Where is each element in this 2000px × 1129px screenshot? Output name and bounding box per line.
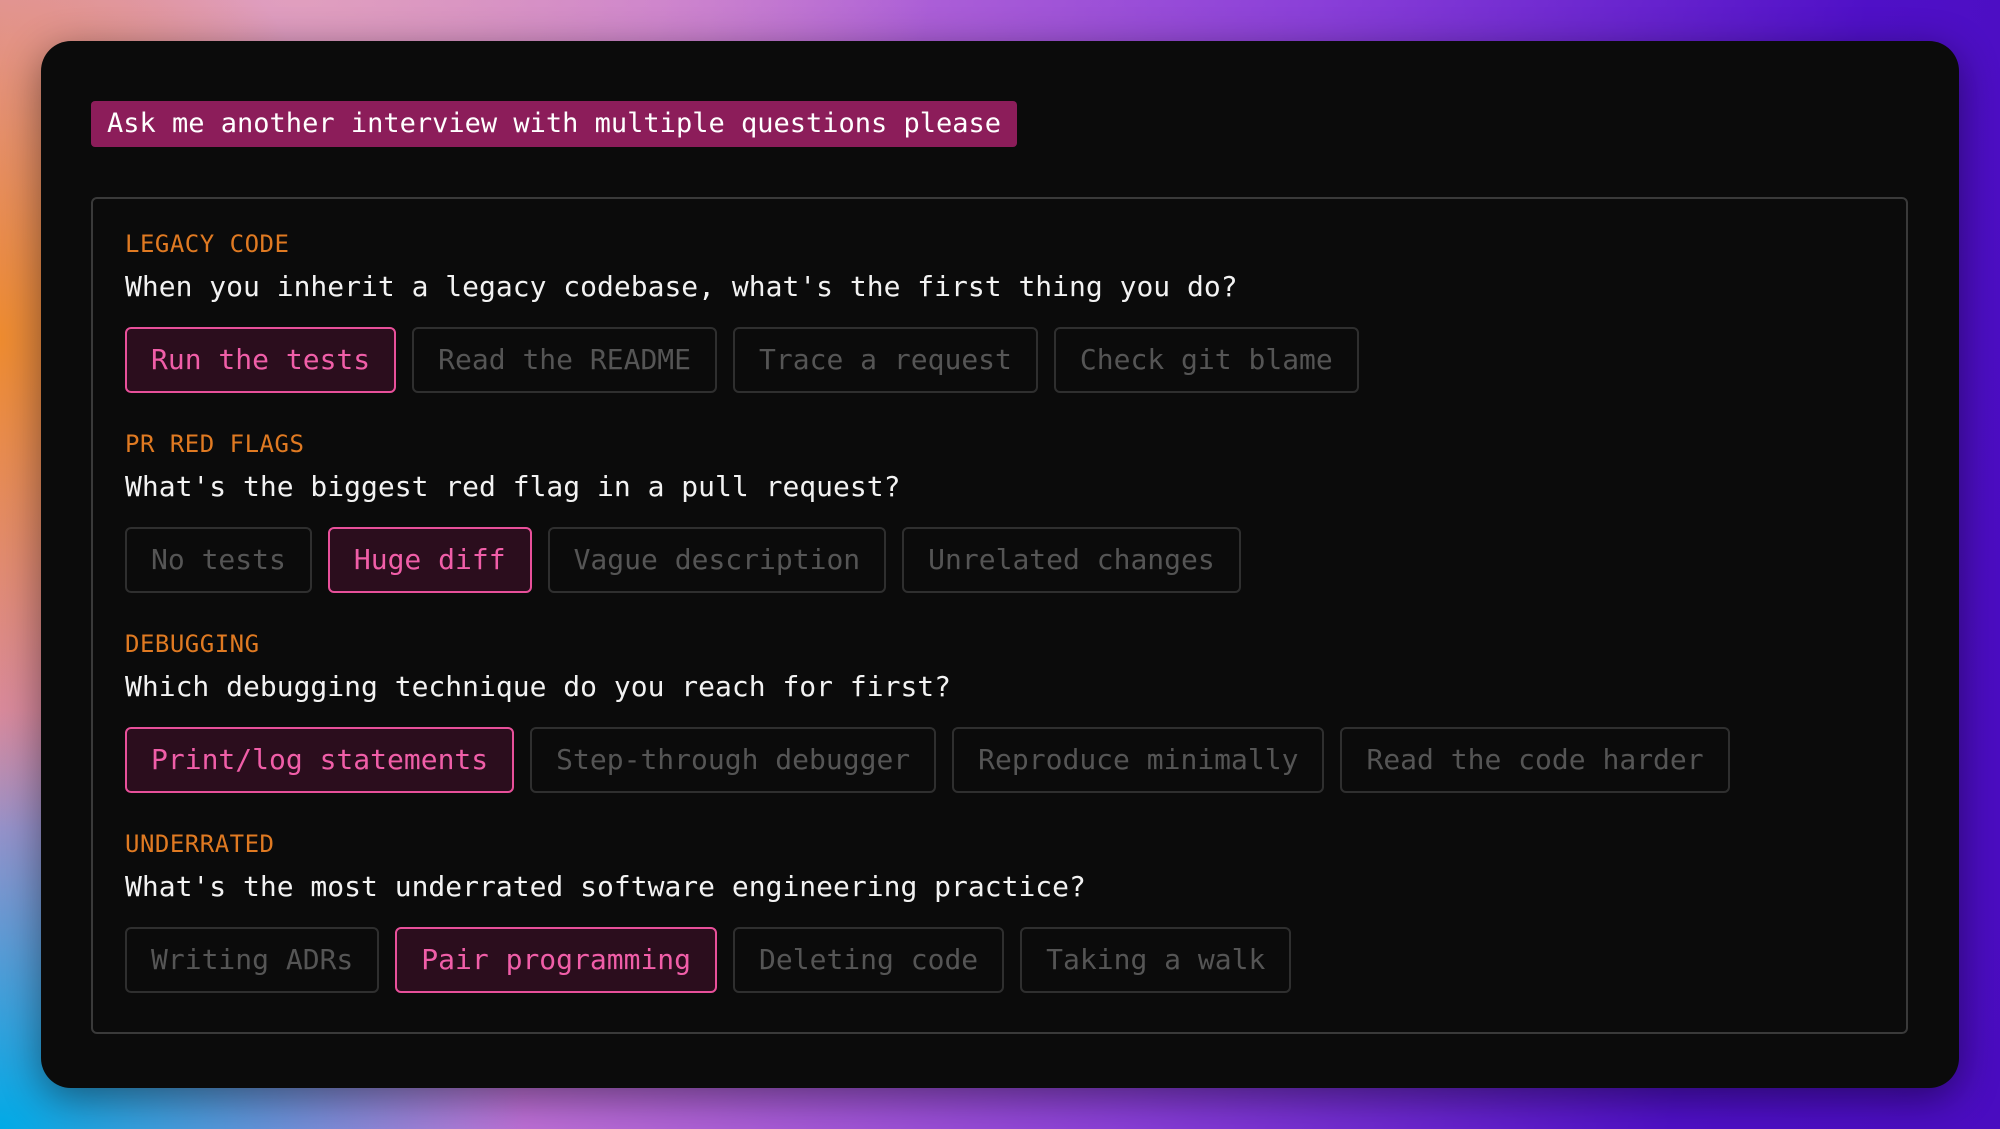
question-legacy-code: LEGACY CODE When you inherit a legacy co…: [125, 229, 1359, 393]
question-text: Which debugging technique do you reach f…: [125, 670, 952, 703]
question-text: What's the most underrated software engi…: [125, 870, 1086, 903]
option-button[interactable]: Step-through debugger: [530, 727, 937, 793]
option-button[interactable]: Check git blame: [1053, 327, 1359, 393]
option-button-selected[interactable]: Print/log statements: [125, 727, 515, 793]
option-button-selected[interactable]: Pair programming: [395, 927, 718, 993]
question-text: When you inherit a legacy codebase, what…: [125, 270, 1238, 303]
option-button[interactable]: No tests: [125, 527, 312, 593]
question-pr-red-flags: PR RED FLAGS What's the biggest red flag…: [125, 429, 1241, 593]
option-button[interactable]: Read the README: [412, 327, 718, 393]
option-button-selected[interactable]: Run the tests: [125, 327, 397, 393]
terminal-window: Ask me another interview with multiple q…: [41, 41, 1959, 1088]
option-group: Run the tests Read the README Trace a re…: [125, 327, 1359, 393]
option-group: Writing ADRs Pair programming Deleting c…: [125, 927, 1292, 993]
interview-panel: LEGACY CODE When you inherit a legacy co…: [91, 197, 1908, 1034]
question-label: PR RED FLAGS: [125, 430, 305, 458]
question-debugging: DEBUGGING Which debugging technique do y…: [125, 629, 1730, 793]
option-button[interactable]: Vague description: [547, 527, 887, 593]
question-label: DEBUGGING: [125, 630, 260, 658]
option-button[interactable]: Reproduce minimally: [952, 727, 1325, 793]
option-button-selected[interactable]: Huge diff: [327, 527, 532, 593]
option-group: Print/log statements Step-through debugg…: [125, 727, 1730, 793]
option-button[interactable]: Taking a walk: [1020, 927, 1292, 993]
user-prompt: Ask me another interview with multiple q…: [91, 101, 1018, 147]
option-button[interactable]: Unrelated changes: [902, 527, 1241, 593]
option-button[interactable]: Trace a request: [733, 327, 1038, 393]
question-underrated: UNDERRATED What's the most underrated so…: [125, 829, 1292, 993]
question-label: UNDERRATED: [125, 830, 275, 858]
question-label: LEGACY CODE: [125, 230, 290, 258]
question-text: What's the biggest red flag in a pull re…: [125, 470, 901, 503]
option-group: No tests Huge diff Vague description Unr…: [125, 527, 1241, 593]
option-button[interactable]: Writing ADRs: [125, 927, 380, 993]
option-button[interactable]: Deleting code: [733, 927, 1005, 993]
option-button[interactable]: Read the code harder: [1340, 727, 1730, 793]
